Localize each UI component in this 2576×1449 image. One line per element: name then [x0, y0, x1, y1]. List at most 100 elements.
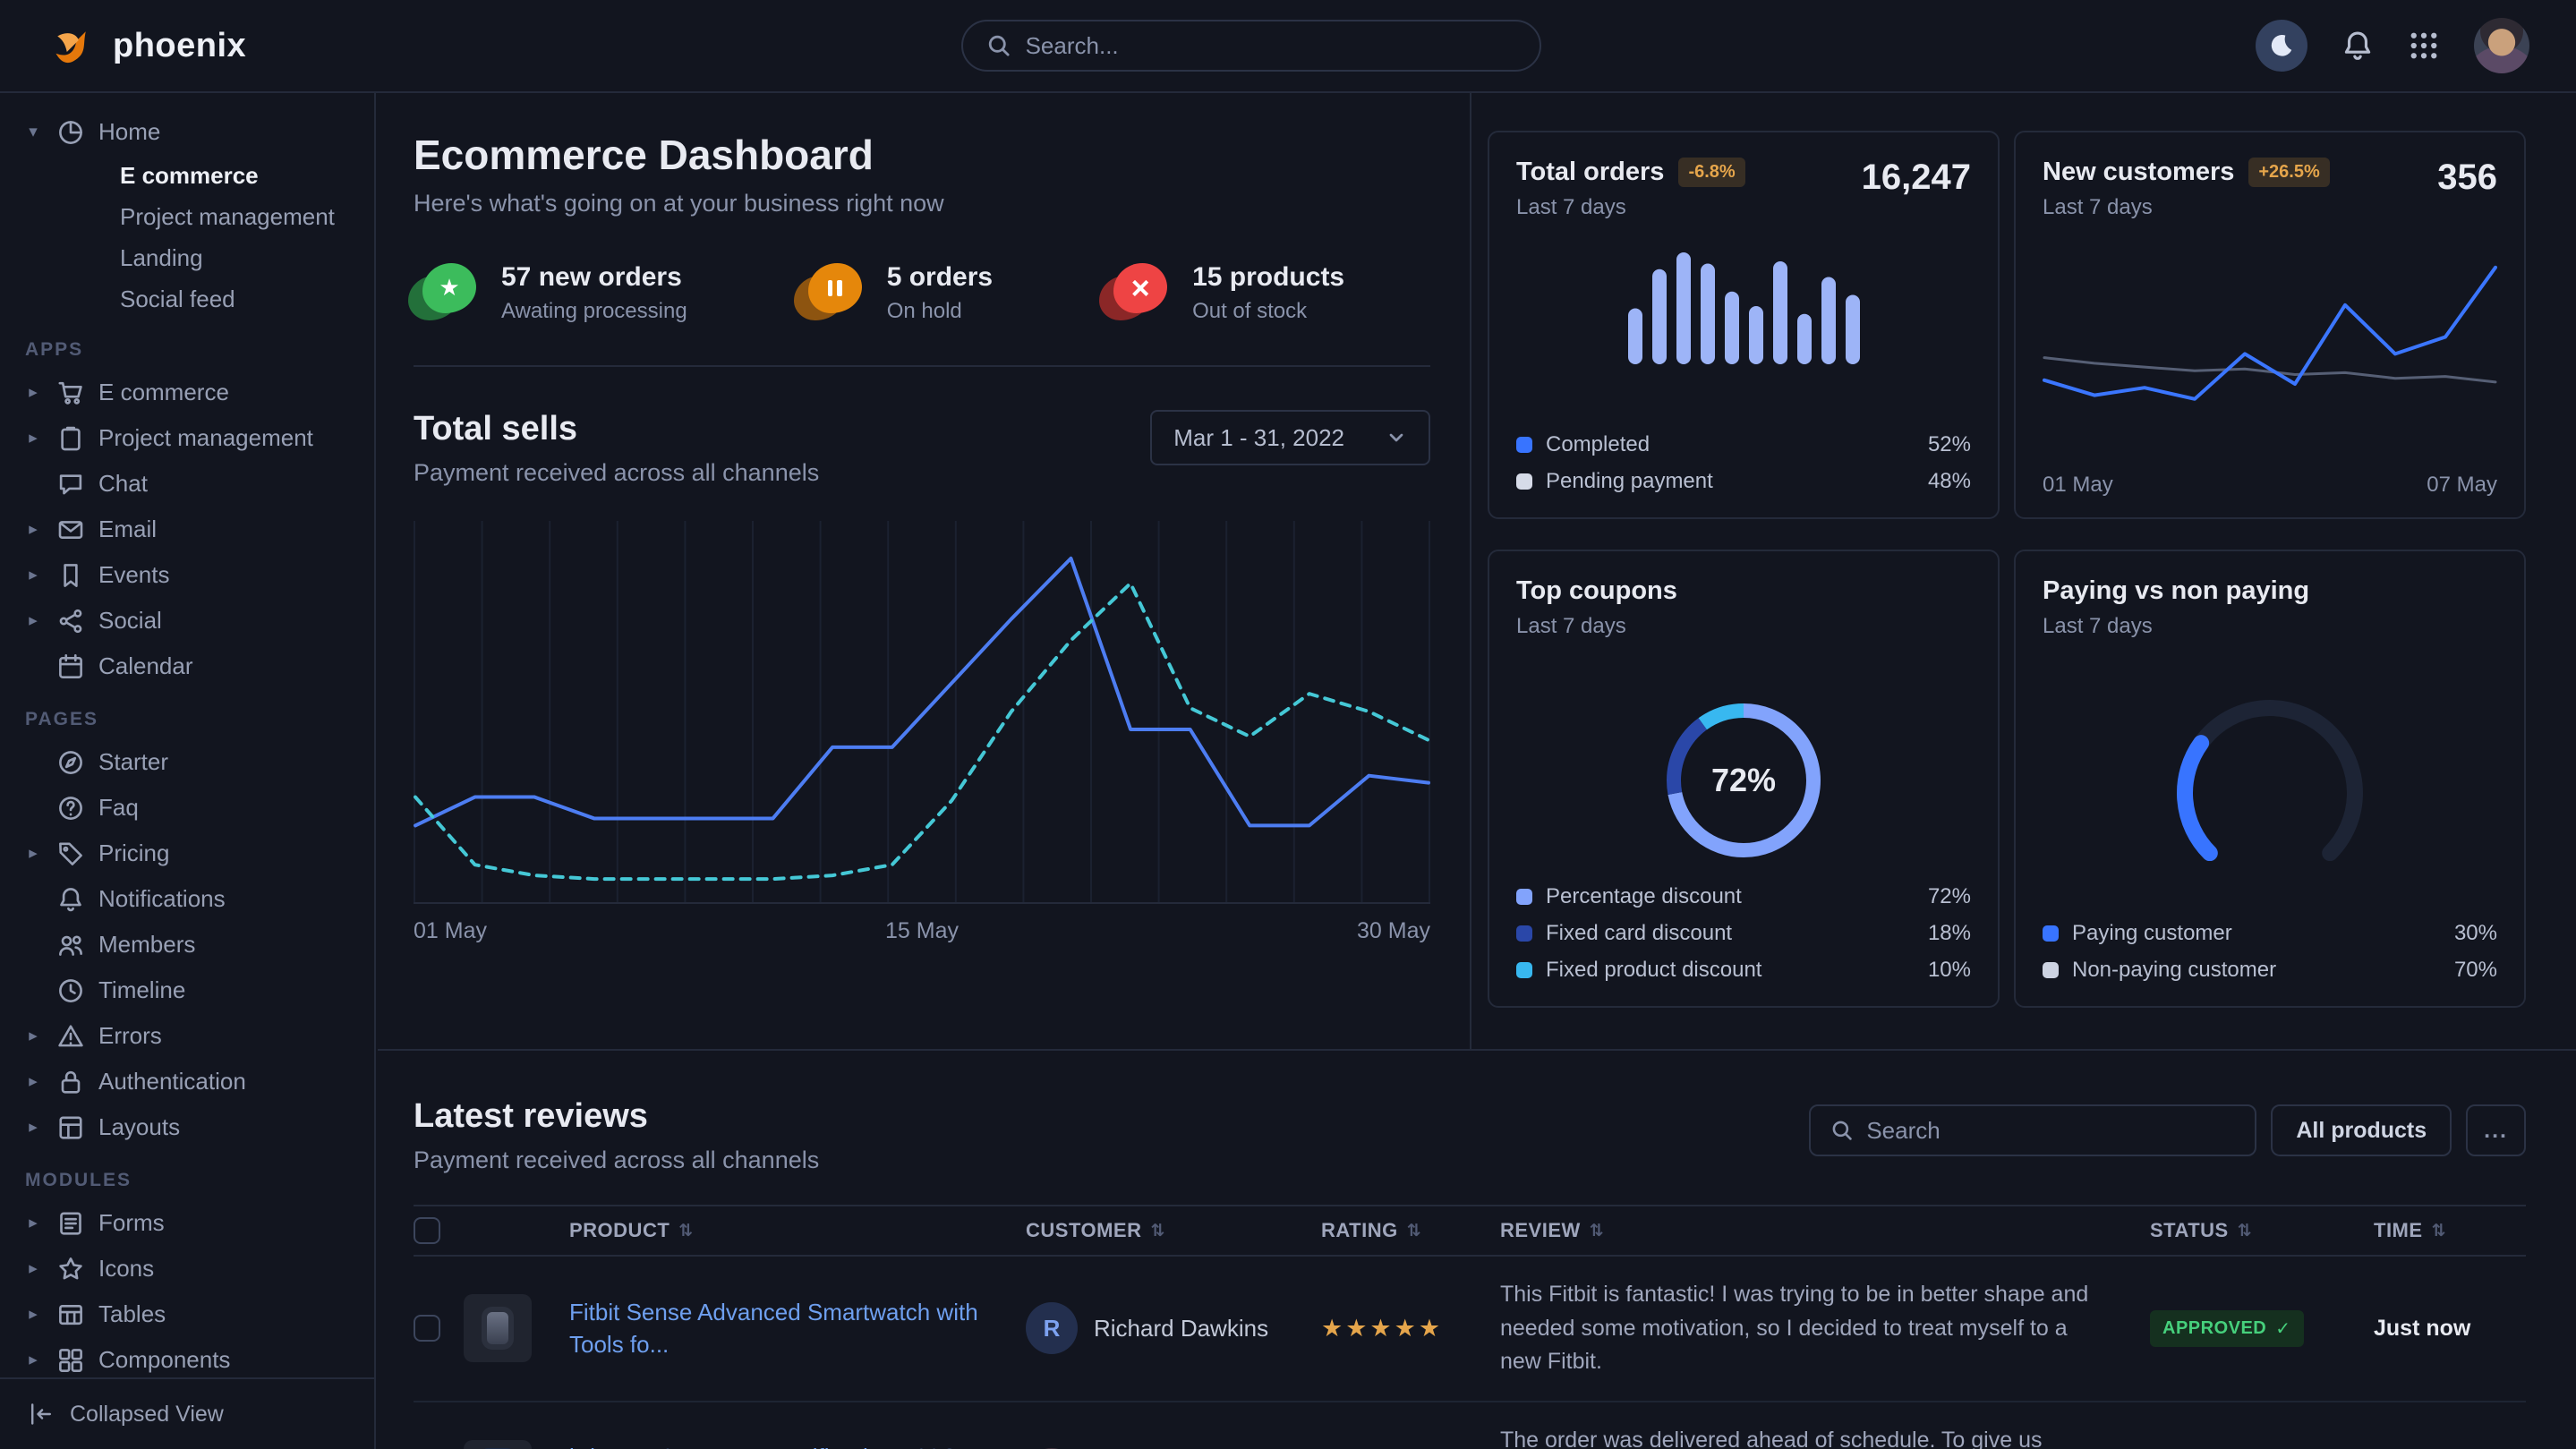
sidebar-item-label: Icons: [98, 1255, 154, 1283]
top-coupons-donut-chart: 72%: [1663, 700, 1824, 861]
apps-grid-icon[interactable]: [2408, 30, 2440, 62]
sidebar-item-e-commerce[interactable]: ▸E commerce: [0, 370, 374, 415]
compass-icon: [57, 749, 84, 776]
sidebar-subitem-e-commerce[interactable]: E commerce: [0, 155, 374, 196]
paying-legend-item: Non-paying customer70%: [2043, 958, 2497, 983]
collapse-icon: [29, 1402, 54, 1427]
sort-icon: ⇅: [1407, 1221, 1421, 1241]
sidebar-item-faq[interactable]: Faq: [0, 785, 374, 831]
x-tick: 01 May: [414, 918, 487, 944]
legend-swatch: [1516, 925, 1532, 942]
sidebar-item-events[interactable]: ▸Events: [0, 552, 374, 598]
more-options-button[interactable]: ...: [2466, 1104, 2526, 1156]
sidebar-item-label: Pricing: [98, 840, 169, 867]
global-search-input[interactable]: [1026, 32, 1516, 60]
chevron-right-icon: ▸: [23, 1258, 43, 1279]
legend-label: Fixed card discount: [1546, 921, 1732, 946]
legend-value: 70%: [2454, 958, 2497, 983]
cart-icon: [57, 379, 84, 406]
sidebar-item-errors[interactable]: ▸Errors: [0, 1013, 374, 1059]
sidebar-item-notifications[interactable]: Notifications: [0, 876, 374, 922]
orders-legend-item: Completed52%: [1516, 432, 1971, 457]
legend-value: 52%: [1928, 432, 1971, 457]
column-label: STATUS: [2150, 1219, 2229, 1242]
x-tick: 30 May: [1357, 918, 1430, 944]
sidebar-item-email[interactable]: ▸Email: [0, 507, 374, 552]
sidebar-item-label: Calendar: [98, 652, 193, 680]
theme-toggle-button[interactable]: [2256, 20, 2307, 72]
column-header-customer[interactable]: CUSTOMER⇅: [1026, 1219, 1321, 1242]
brand[interactable]: phoenix: [47, 21, 246, 71]
chevron-right-icon: ▸: [23, 519, 43, 540]
column-header-rating[interactable]: RATING ⇅: [1321, 1219, 1500, 1242]
sidebar-item-chat[interactable]: Chat: [0, 461, 374, 507]
collapse-sidebar-button[interactable]: Collapsed View: [0, 1377, 374, 1449]
chevron-right-icon: ▸: [23, 1304, 43, 1325]
components-icon: [57, 1347, 84, 1374]
paying-vs-nonpaying-card: Paying vs non paying Last 7 days Paying …: [2014, 550, 2526, 1008]
review-text: This Fitbit is fantastic! I was trying t…: [1500, 1257, 2150, 1401]
reviews-search[interactable]: [1809, 1104, 2256, 1156]
notifications-bell-icon[interactable]: [2341, 30, 2374, 62]
user-avatar[interactable]: [2474, 18, 2529, 73]
dashboard-left-section: Ecommerce Dashboard Here's what's going …: [378, 93, 1471, 1049]
chevron-right-icon: ▸: [23, 382, 43, 403]
rating-stars: ★★★★★: [1321, 1315, 1500, 1342]
column-header-product[interactable]: PRODUCT⇅: [569, 1219, 1026, 1242]
moon-icon: [2268, 32, 2295, 59]
column-header-review[interactable]: REVIEW⇅: [1500, 1219, 2150, 1242]
sidebar-item-components[interactable]: ▸Components: [0, 1337, 374, 1383]
row-checkbox[interactable]: [414, 1315, 440, 1342]
sidebar-item-home[interactable]: ▾Home: [0, 109, 374, 155]
card-title: Top coupons: [1516, 576, 1677, 606]
total-orders-legend: Completed52%Pending payment48%: [1516, 432, 1971, 494]
sidebar-item-forms[interactable]: ▸Forms: [0, 1200, 374, 1246]
product-link[interactable]: Fitbit Sense Advanced Smartwatch with To…: [569, 1296, 1026, 1361]
x-tick: 15 May: [885, 918, 959, 944]
sidebar-item-pricing[interactable]: ▸Pricing: [0, 831, 374, 876]
legend-value: 48%: [1928, 469, 1971, 494]
pause-blob-icon: [799, 263, 864, 324]
new-customers-line-chart: [2043, 233, 2497, 447]
global-search[interactable]: [961, 20, 1541, 72]
sidebar-item-starter[interactable]: Starter: [0, 739, 374, 785]
column-label: RATING: [1321, 1219, 1398, 1242]
column-header-time[interactable]: TIME⇅: [2374, 1219, 2526, 1242]
page-subtitle: Here's what's going on at your business …: [414, 190, 1430, 217]
chat-icon: [57, 471, 84, 498]
pie-icon: [57, 119, 84, 146]
sidebar-item-calendar[interactable]: Calendar: [0, 644, 374, 689]
all-products-button[interactable]: All products: [2271, 1104, 2452, 1156]
sidebar-item-project-management[interactable]: ▸Project management: [0, 415, 374, 461]
sidebar-subitem-project-management[interactable]: Project management: [0, 196, 374, 237]
sidebar-item-label: Layouts: [98, 1113, 180, 1141]
table-body: Fitbit Sense Advanced Smartwatch with To…: [414, 1257, 2526, 1449]
sidebar-item-label: Faq: [98, 794, 139, 822]
sidebar-subitem-landing[interactable]: Landing: [0, 237, 374, 278]
column-label: PRODUCT: [569, 1219, 670, 1242]
sidebar-item-social[interactable]: ▸Social: [0, 598, 374, 644]
sidebar-item-icons[interactable]: ▸ Icons: [0, 1246, 374, 1291]
sidebar-nav: ▾HomeE commerceProject managementLanding…: [0, 93, 374, 1383]
legend-swatch: [2043, 925, 2059, 942]
product-thumbnail[interactable]: [464, 1294, 532, 1362]
select-all-checkbox[interactable]: [414, 1217, 440, 1244]
sidebar-item-layouts[interactable]: ▸Layouts: [0, 1104, 374, 1150]
sidebar-section-label-apps: APPS: [25, 339, 374, 361]
table-header-row: PRODUCT⇅CUSTOMER⇅RATING ⇅ REVIEW⇅STATUS⇅TI…: [414, 1205, 2526, 1257]
total-sells-chart: [414, 521, 1430, 904]
date-range-select[interactable]: Mar 1 - 31, 2022: [1150, 410, 1430, 465]
reviews-search-input[interactable]: [1866, 1117, 2235, 1145]
sidebar-subitem-social-feed[interactable]: Social feed: [0, 278, 374, 320]
customer-name: Richard Dawkins: [1094, 1315, 1268, 1342]
x-blob-icon: ×: [1105, 263, 1169, 324]
sidebar: ▾HomeE commerceProject managementLanding…: [0, 93, 376, 1449]
sidebar-item-tables[interactable]: ▸Tables: [0, 1291, 374, 1337]
sidebar-item-members[interactable]: Members: [0, 922, 374, 967]
product-thumbnail[interactable]: [464, 1440, 532, 1449]
product-link[interactable]: iPhone 13 pro max-Pacific Blue-128GB sto…: [569, 1441, 1026, 1449]
sidebar-item-authentication[interactable]: ▸Authentication: [0, 1059, 374, 1104]
sidebar-item-timeline[interactable]: Timeline: [0, 967, 374, 1013]
latest-reviews-section: Latest reviews Payment received across a…: [378, 1051, 2576, 1449]
column-header-status[interactable]: STATUS⇅: [2150, 1219, 2374, 1242]
